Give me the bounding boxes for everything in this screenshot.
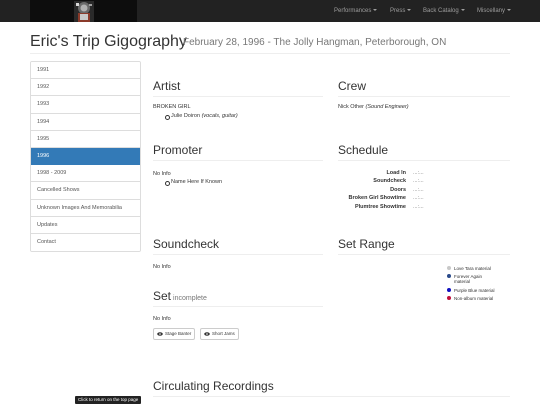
sidebar-item-1994[interactable]: 1994 (31, 113, 140, 131)
nav-press-dropdown[interactable]: Press (390, 0, 412, 22)
set-status: incomplete (173, 295, 207, 302)
nav-miscellany-dropdown[interactable]: Miscellany (477, 0, 512, 22)
caret-down-icon (507, 9, 512, 12)
divider (338, 160, 510, 161)
schedule-label-soundcheck: Soundcheck (373, 178, 406, 184)
crew-name: Nick Other (338, 104, 364, 110)
page-header: Eric's Trip Gigography February 28, 1996… (30, 32, 510, 54)
page-title: Eric's Trip Gigography (30, 33, 187, 50)
legend-label: Non-album material (454, 296, 494, 301)
year-sidebar: 1991 1992 1993 1994 1995 1996 1998 - 200… (30, 61, 141, 253)
sidebar-item-contact[interactable]: Contact (31, 233, 140, 252)
crew-role: (Sound Engineer) (365, 104, 409, 110)
schedule-value-load-in: ...:... (413, 170, 424, 176)
set-heading: Set incomplete (153, 289, 207, 306)
sidebar-item-unknown-images[interactable]: Unknown Images And Memorabilia (31, 199, 140, 217)
setrange-heading: Set Range (338, 237, 395, 251)
soundcheck-info: No Info (153, 264, 171, 270)
divider (153, 306, 323, 307)
promoter-name: Name Here If Known (164, 179, 223, 186)
legend-label: Love Tara material (454, 266, 491, 271)
schedule-label-plumtree-showtime: Plumtree Showtime (354, 204, 406, 210)
button-label: Stage Banter (165, 331, 192, 336)
member-name: Julie Doiron (171, 113, 201, 119)
sidebar-item-1992[interactable]: 1992 (31, 79, 140, 97)
crew-heading: Crew (338, 79, 367, 93)
sidebar-item-1996[interactable]: 1996 (31, 147, 140, 166)
caret-down-icon (460, 9, 465, 12)
legend-swatch (447, 266, 451, 270)
top-navbar: Performances Press Back Catalog Miscella… (0, 0, 540, 22)
eye-icon (204, 332, 210, 336)
divider (153, 396, 510, 397)
sidebar-item-1993[interactable]: 1993 (31, 96, 140, 114)
schedule-value-broken-girl-showtime: ...:... (413, 195, 424, 201)
schedule-value-soundcheck: ...:... (413, 178, 424, 184)
short-jams-button[interactable]: Short Jams (200, 328, 239, 340)
schedule-label-doors: Doors (390, 187, 406, 193)
sidebar-item-updates[interactable]: Updates (31, 216, 140, 234)
divider (338, 254, 510, 255)
schedule-label-load-in: Load In (386, 170, 406, 176)
nav-label: Press (390, 8, 406, 14)
sidebar-item-1995[interactable]: 1995 (31, 130, 140, 148)
divider (153, 254, 323, 255)
legend-swatch (447, 296, 451, 300)
schedule-value-plumtree-showtime: ...:... (413, 204, 424, 210)
promoter-info: No Info (153, 171, 171, 177)
back-to-top-tooltip[interactable]: Click to return on the top page (75, 396, 142, 404)
button-label: Short Jams (212, 331, 235, 336)
stage-banter-button[interactable]: Stage Banter (153, 328, 196, 340)
artist-name: BROKEN GIRL (153, 104, 191, 110)
sidebar-item-1998-2009[interactable]: 1998 - 2009 (31, 165, 140, 183)
sidebar-item-cancelled-shows[interactable]: Cancelled Shows (31, 182, 140, 200)
divider (153, 96, 323, 97)
set-title: Set (153, 289, 172, 303)
nav-performances-dropdown[interactable]: Performances (334, 0, 378, 22)
nav-label: Miscellany (477, 8, 506, 14)
sidebar-item-1991[interactable]: 1991 (31, 62, 140, 80)
nav-back-catalog-dropdown[interactable]: Back Catalog (423, 0, 465, 22)
set-info: No Info (153, 316, 171, 322)
promoter-heading: Promoter (153, 143, 203, 157)
artist-heading: Artist (153, 79, 181, 93)
soundcheck-heading: Soundcheck (153, 237, 220, 251)
legend-label: Forever Again material (454, 274, 483, 284)
caret-down-icon (373, 9, 378, 12)
divider (153, 160, 323, 161)
member-role: (vocals, guitar) (201, 113, 238, 119)
nav-label: Back Catalog (423, 8, 459, 14)
schedule-heading: Schedule (338, 143, 389, 157)
divider (338, 96, 510, 97)
eye-icon (157, 332, 163, 336)
crew-member: Nick Other (Sound Engineer) (338, 104, 409, 111)
caret-down-icon (407, 9, 412, 12)
schedule-value-doors: ...:... (413, 187, 424, 193)
legend-label: Purple Blue material (454, 288, 495, 293)
artist-member: Julie Doiron (vocals, guitar) (165, 113, 238, 120)
schedule-label-broken-girl-showtime: Broken Girl Showtime (348, 195, 406, 201)
page-subtitle: February 28, 1996 - The Jolly Hangman, P… (183, 37, 447, 48)
legend-swatch (447, 274, 451, 278)
legend-swatch (447, 288, 451, 292)
recordings-heading: Circulating Recordings (153, 379, 274, 393)
nav-label: Performances (334, 8, 372, 14)
site-logo[interactable] (30, 0, 137, 22)
